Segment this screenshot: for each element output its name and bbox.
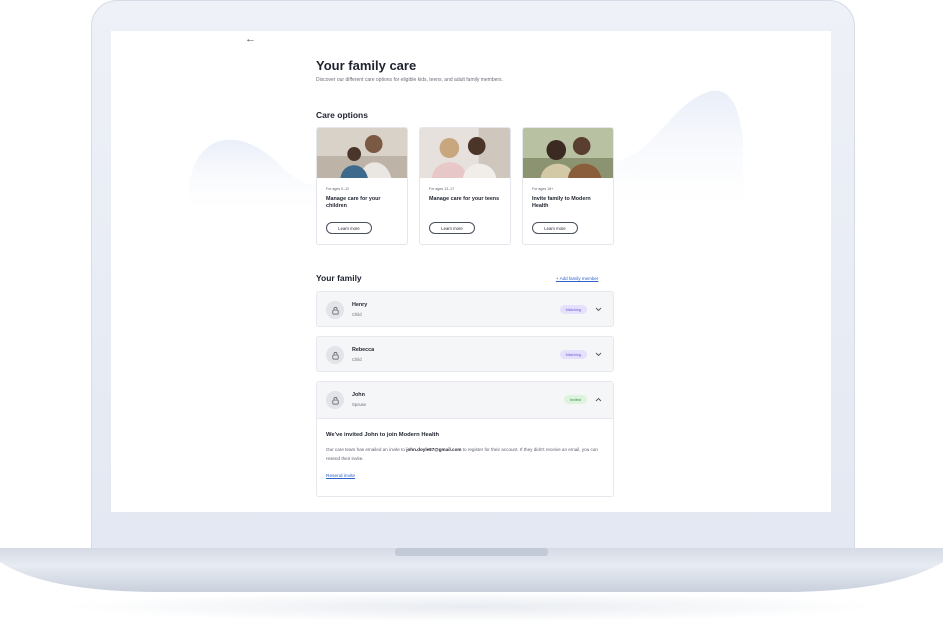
chevron-down-icon[interactable] xyxy=(594,305,603,314)
member-role: Spouse xyxy=(352,402,367,407)
care-card-adults[interactable]: For ages 18+ Invite family to Modern Hea… xyxy=(522,127,614,245)
page-title: Your family care xyxy=(316,58,417,73)
member-role: Child xyxy=(352,357,362,362)
invite-title: We've invited John to join Modern Health xyxy=(326,432,440,438)
family-member-row[interactable]: Rebecca Child Matching xyxy=(316,336,614,372)
member-name: John xyxy=(352,392,365,398)
user-lock-icon xyxy=(331,351,339,359)
care-card-children[interactable]: For ages 0–12 Manage care for your child… xyxy=(316,127,408,245)
status-badge: Matching xyxy=(559,350,587,359)
add-family-member-link[interactable]: + Add family member xyxy=(556,276,598,281)
card-age: For ages 18+ xyxy=(532,187,554,191)
photo-couple xyxy=(523,128,613,178)
care-options-heading: Care options xyxy=(316,110,368,120)
avatar xyxy=(326,301,344,319)
member-name: Henry xyxy=(352,302,368,308)
back-arrow-icon[interactable]: ← xyxy=(245,33,256,45)
member-role: Child xyxy=(352,312,362,317)
invite-body-prefix: Our care team has emailed an invite to xyxy=(326,447,407,452)
card-title: Manage care for your teens xyxy=(429,196,500,202)
learn-more-button[interactable]: Learn more xyxy=(429,222,475,234)
avatar xyxy=(326,391,344,409)
card-age: For ages 13–17 xyxy=(429,187,455,191)
your-family-heading: Your family xyxy=(316,273,362,283)
family-member-row[interactable]: John Spouse Invited xyxy=(317,382,613,419)
user-lock-icon xyxy=(331,396,339,404)
card-age: For ages 0–12 xyxy=(326,187,350,191)
avatar xyxy=(326,346,344,364)
chevron-down-icon[interactable] xyxy=(594,350,603,359)
status-badge: Matching xyxy=(559,305,587,314)
app-screen: ← Your family care Discover our differen… xyxy=(111,31,831,512)
invite-body: Our care team has emailed an invite to j… xyxy=(326,446,601,463)
card-title: Manage care for your children xyxy=(326,196,381,209)
member-name: Rebecca xyxy=(352,347,375,353)
care-card-teens[interactable]: For ages 13–17 Manage care for your teen… xyxy=(419,127,511,245)
user-lock-icon xyxy=(331,306,339,314)
learn-more-button[interactable]: Learn more xyxy=(532,222,578,234)
status-badge: Invited xyxy=(563,395,587,404)
laptop-base xyxy=(0,548,943,592)
photo-parent-child xyxy=(317,128,407,178)
invite-email: john.doyle87@gmail.com xyxy=(406,447,462,452)
family-member-expanded: John Spouse Invited We've invited John t… xyxy=(316,381,614,497)
resend-invite-link[interactable]: Resend invite xyxy=(326,474,355,479)
photo-mother-teen xyxy=(420,128,510,178)
card-title: Invite family to Modern Health xyxy=(532,196,591,209)
learn-more-button[interactable]: Learn more xyxy=(326,222,372,234)
chevron-up-icon[interactable] xyxy=(594,395,603,404)
laptop-shadow xyxy=(60,592,883,622)
page-subtitle: Discover our different care options for … xyxy=(316,77,503,83)
family-member-row[interactable]: Henry Child Matching xyxy=(316,291,614,327)
